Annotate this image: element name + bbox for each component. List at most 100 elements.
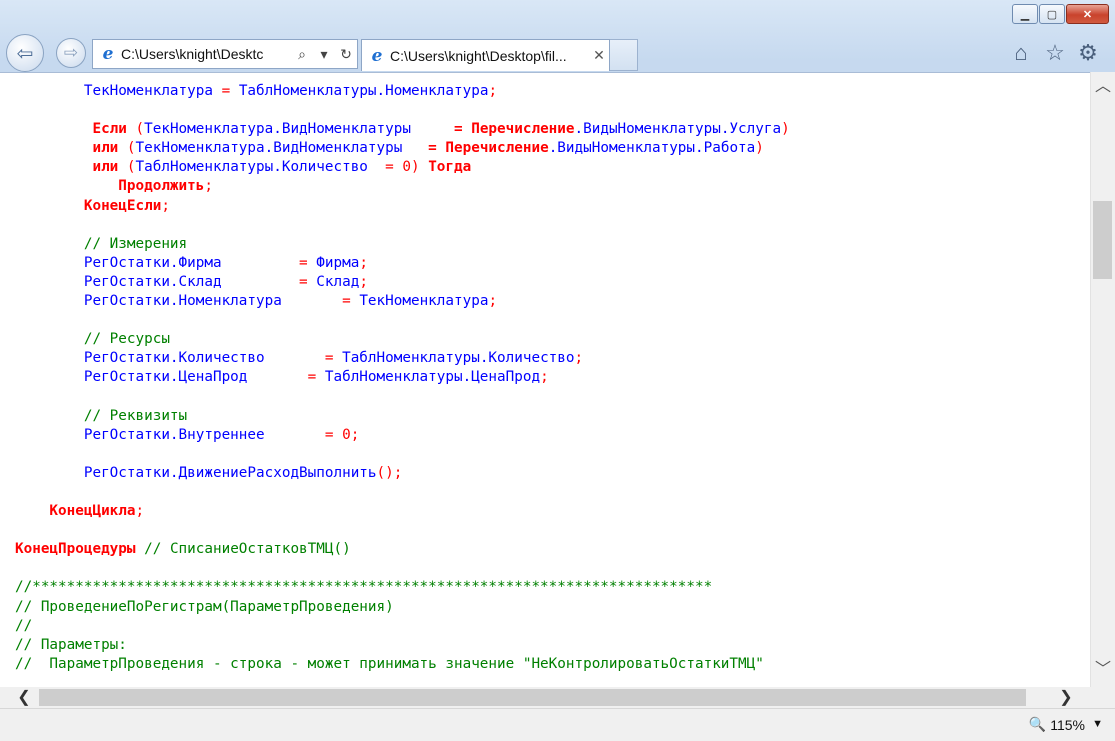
code-line: КонецПроцедуры // СписаниеОстатковТМЦ() [15,541,351,557]
code-token: ТаблНоменклатуры.ЦенаПрод [324,369,541,386]
ie-page-icon: e [102,44,114,64]
minimize-button[interactable]: ▁ [1012,4,1038,24]
code-token: .ВидыНоменклатуры.Услуга [574,121,782,138]
code-token: = 0) [385,159,429,176]
code-token: или [15,140,127,157]
code-token: // ПараметрПроведения - строка - может п… [15,655,764,672]
address-dropdown-icon[interactable]: ▾ [313,46,335,63]
code-token: = [221,83,239,99]
code-token: // [15,617,33,634]
code-token: // Измерения [15,235,188,252]
zoom-dropdown-icon[interactable]: ▼ [1092,718,1103,730]
code-token: РегОстатки.Фирма [15,254,300,271]
back-button[interactable]: ⇦ [6,34,44,72]
code-token: //**************************************… [15,579,713,596]
code-token: = [342,293,360,310]
code-token: ТаблНоменклатуры.Номенклатура [238,83,489,99]
scroll-down-icon[interactable]: ﹀ [1091,659,1115,681]
window-caption-buttons: ▁ ▢ ✕ [1012,4,1109,24]
favorites-star-icon[interactable]: ☆ [1042,40,1068,66]
scrollbar-corner [1090,687,1115,708]
tab-title: C:\Users\knight\Desktop\fil... [390,47,567,64]
code-token: Тогда [428,159,472,176]
code-line: Если (ТекНоменклатура.ВидНоменклатуры = … [15,121,790,138]
code-token: РегОстатки.Номенклатура [15,293,343,310]
ie-tab-icon: e [371,45,383,66]
new-tab-button[interactable] [610,39,638,71]
code-token: = 0; [324,426,360,443]
code-token: Склад [316,273,360,290]
code-line: // ПараметрПроведения - строка - может п… [15,656,764,672]
code-token: РегОстатки.Склад [15,273,300,290]
refresh-icon[interactable]: ↻ [335,46,357,63]
vertical-scrollbar[interactable]: ︿ ﹀ [1090,72,1115,687]
code-token: КонецПроцедуры [15,541,145,558]
close-icon: ✕ [1082,8,1093,21]
code-line: РегОстатки.ДвижениеРасходВыполнить(); [15,465,402,481]
gear-icon[interactable]: ⚙ [1075,40,1101,66]
zoom-icon: 🔍 [1028,716,1047,732]
code-token: ТаблНоменклатуры.Количество [135,159,386,176]
code-token: ; [135,503,145,520]
tab-close-icon[interactable]: ✕ [589,47,609,64]
code-line: РегОстатки.Количество = ТаблНоменклатуры… [15,350,583,366]
code-token: ; [161,197,170,214]
code-line: или (ТаблНоменклатуры.Количество = 0) То… [15,159,471,175]
code-token: // ПроведениеПоРегистрам(ПараметрПроведе… [15,598,394,615]
code-token: = [299,254,317,271]
code-token: КонецЕсли [15,197,162,214]
forward-arrow-icon: ⇨ [63,43,79,62]
code-line: РегОстатки.Номенклатура = ТекНоменклатур… [15,293,497,309]
code-token: КонецЦикла [15,503,136,520]
scroll-left-icon[interactable]: ❮ [10,687,38,708]
horizontal-scrollbar[interactable]: ❮ ❯ [0,687,1090,708]
code-token: (); [376,464,403,481]
code-token: ТекНоменклатура [359,293,489,310]
zoom-level: 115% [1050,716,1085,733]
code-line: КонецЕсли; [15,198,170,214]
code-line: // [15,618,32,634]
tab-active[interactable]: e C:\Users\knight\Desktop\fil... ✕ [361,39,610,71]
code-token: ( [126,159,136,176]
code-token: ( [135,121,145,138]
code-token: ; [488,83,498,99]
search-icon[interactable]: ⌕ [291,46,313,63]
address-bar[interactable]: e C:\Users\knight\Desktc ⌕ ▾ ↻ [92,39,358,69]
code-token: ( [126,140,136,157]
zoom-control[interactable]: 🔍 115% [1029,716,1085,733]
address-input[interactable]: C:\Users\knight\Desktc [121,46,291,62]
maximize-button[interactable]: ▢ [1039,4,1065,24]
code-token: // Параметры: [15,636,127,653]
scroll-up-icon[interactable]: ︿ [1091,76,1115,98]
code-token: = [324,350,343,367]
code-token: ) [781,121,790,138]
forward-button[interactable]: ⇨ [56,38,86,68]
code-line: // Реквизиты [15,408,187,424]
back-arrow-icon: ⇦ [16,42,34,65]
code-token: РегОстатки.Внутреннее [15,426,325,443]
code-token: Если [15,121,136,138]
code-token: ТекНоменклатура.ВидНоменклатуры [135,140,420,157]
scroll-right-icon[interactable]: ❯ [1052,687,1080,708]
code-token: ; [359,254,368,271]
code-token: ; [359,273,368,290]
code-token: = [299,273,317,290]
code-line: Продолжить; [15,178,213,194]
code-line: КонецЦикла; [15,503,144,519]
vertical-scroll-thumb[interactable] [1093,201,1112,279]
code-token: = Перечисление [445,121,575,138]
code-listing: ТекНоменклатура = ТаблНоменклатуры.Номен… [15,82,790,674]
code-token: или [15,159,127,176]
horizontal-scroll-thumb[interactable] [39,689,1026,706]
code-token: ) [755,140,764,157]
minimize-icon: ▁ [1020,8,1030,21]
close-button[interactable]: ✕ [1066,4,1109,24]
code-token: = [307,369,325,386]
code-line: РегОстатки.ЦенаПрод = ТаблНоменклатуры.Ц… [15,369,549,385]
home-icon[interactable]: ⌂ [1008,40,1034,66]
code-line: РегОстатки.Фирма = Фирма; [15,255,368,271]
code-token: РегОстатки.Количество [15,350,325,367]
status-bar: 🔍 115% ▼ [0,708,1115,741]
code-line: // Параметры: [15,637,127,653]
code-line: // Измерения [15,236,187,252]
